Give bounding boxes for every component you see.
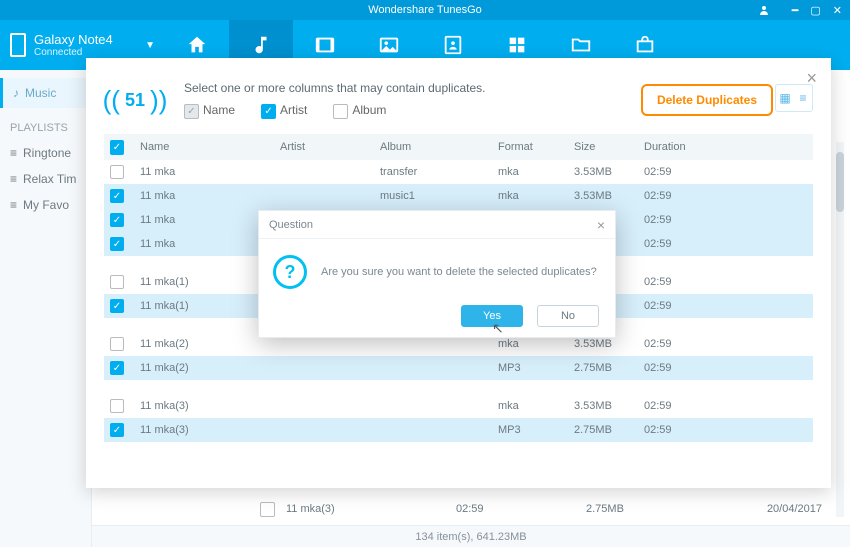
confirm-dialog: Question × ? Are you sure you want to de… — [258, 210, 616, 338]
row-checkbox[interactable] — [110, 165, 124, 179]
duplicate-counter: (( 51 )) — [104, 74, 166, 126]
table-row[interactable]: 11 mka(2) MP32.75MB02:59 — [104, 356, 813, 380]
cell-duration: 02:59 — [638, 362, 708, 374]
col-header-album[interactable]: Album — [374, 141, 492, 153]
col-header-format[interactable]: Format — [492, 141, 568, 153]
cell-size: 2.75MB — [568, 362, 638, 374]
maximize-button[interactable]: ▢ — [810, 4, 820, 17]
sidebar-tab-music[interactable]: ♪ Music — [0, 78, 91, 108]
grid-view-icon[interactable]: ▦ — [776, 85, 794, 111]
cell-name: 11 mka(2) — [134, 362, 274, 374]
cell-duration: 02:59 — [638, 338, 708, 350]
col-header-name[interactable]: Name — [134, 141, 274, 153]
title-bar: Wondershare TunesGo ━ ▢ ✕ — [0, 0, 850, 20]
device-name: Galaxy Note4 — [34, 32, 113, 47]
cell-name: 11 mka(1) — [134, 300, 274, 312]
playlists-header: PLAYLISTS — [0, 108, 91, 140]
row-checkbox[interactable] — [110, 237, 124, 251]
app-title: Wondershare TunesGo — [368, 4, 482, 16]
device-status: Connected — [34, 47, 113, 58]
cell-format: mka — [492, 400, 568, 412]
dialog-yes-button[interactable]: Yes — [461, 305, 523, 327]
col-header-duration[interactable]: Duration — [638, 141, 708, 153]
cell-duration: 02:59 — [638, 214, 708, 226]
cell-name: 11 mka(1) — [134, 276, 274, 288]
cell-name: 11 mka — [134, 238, 274, 250]
cell-album: music1 — [374, 190, 492, 202]
cell-size: 3.53MB — [568, 400, 638, 412]
list-view-icon[interactable]: ≡ — [794, 85, 812, 111]
col-header-artist[interactable]: Artist — [274, 141, 374, 153]
cell-name: 11 mka — [134, 166, 274, 178]
table-row[interactable]: 11 mka music1mka3.53MB02:59 — [104, 184, 813, 208]
scrollbar[interactable] — [836, 142, 844, 517]
cell-format: mka — [492, 338, 568, 350]
cell-album: transfer — [374, 166, 492, 178]
row-checkbox[interactable] — [110, 337, 124, 351]
cell-size: 2.75MB — [568, 424, 638, 436]
cell-format: MP3 — [492, 362, 568, 374]
cell-duration: 02:59 — [638, 166, 708, 178]
col-header-size[interactable]: Size — [568, 141, 638, 153]
row-checkbox[interactable] — [110, 361, 124, 375]
music-note-icon: ♪ — [13, 86, 19, 100]
row-checkbox[interactable] — [110, 299, 124, 313]
cell-size: 3.53MB — [568, 190, 638, 202]
col-check-album[interactable]: Album — [333, 103, 386, 118]
background-table-row: 11 mka(3) 02:59 2.75MB 20/04/2017 — [252, 497, 830, 521]
cell-duration: 02:59 — [638, 276, 708, 288]
table-row[interactable]: 11 mka(3) MP32.75MB02:59 — [104, 418, 813, 442]
cell-size: 3.53MB — [568, 166, 638, 178]
cell-name: 11 mka(2) — [134, 338, 274, 350]
user-icon[interactable] — [758, 0, 770, 20]
question-icon: ? — [273, 255, 307, 289]
cell-name: 11 mka — [134, 214, 274, 226]
chevron-down-icon: ▼ — [145, 40, 155, 51]
row-checkbox[interactable] — [110, 213, 124, 227]
cell-format: mka — [492, 166, 568, 178]
cell-name: 11 mka — [134, 190, 274, 202]
table-row[interactable]: 11 mka(3) mka3.53MB02:59 — [104, 394, 813, 418]
cell-duration: 02:59 — [638, 190, 708, 202]
row-checkbox[interactable] — [110, 189, 124, 203]
row-checkbox[interactable] — [110, 399, 124, 413]
dialog-title: Question — [269, 219, 313, 231]
cell-duration: 02:59 — [638, 238, 708, 250]
delete-duplicates-button[interactable]: Delete Duplicates — [641, 84, 773, 116]
sidebar-item-favorites[interactable]: ≡My Favo — [0, 192, 91, 218]
dialog-close-icon[interactable]: × — [597, 217, 605, 233]
col-check-artist[interactable]: Artist — [261, 103, 307, 118]
sidebar-music-label: Music — [25, 86, 56, 100]
dialog-message: Are you sure you want to delete the sele… — [321, 266, 597, 278]
table-header: Name Artist Album Format Size Duration — [104, 134, 813, 160]
cell-duration: 02:59 — [638, 300, 708, 312]
dialog-no-button[interactable]: No — [537, 305, 599, 327]
col-check-name[interactable]: Name — [184, 103, 235, 118]
table-row[interactable]: 11 mka transfermka3.53MB02:59 — [104, 160, 813, 184]
row-checkbox[interactable] — [110, 275, 124, 289]
cell-format: MP3 — [492, 424, 568, 436]
bg-row-checkbox[interactable] — [260, 502, 275, 517]
sidebar: ♪ Music PLAYLISTS ≡Ringtone ≡Relax Tim ≡… — [0, 70, 92, 547]
cell-name: 11 mka(3) — [134, 424, 274, 436]
sidebar-item-relax[interactable]: ≡Relax Tim — [0, 166, 91, 192]
cell-duration: 02:59 — [638, 424, 708, 436]
select-all-checkbox[interactable] — [110, 140, 124, 155]
row-checkbox[interactable] — [110, 423, 124, 437]
minimize-button[interactable]: ━ — [792, 4, 799, 17]
cell-name: 11 mka(3) — [134, 400, 274, 412]
view-toggle[interactable]: ▦≡ — [775, 84, 813, 112]
cell-format: mka — [492, 190, 568, 202]
sidebar-item-ringtone[interactable]: ≡Ringtone — [0, 140, 91, 166]
cell-size: 3.53MB — [568, 338, 638, 350]
close-button[interactable]: ✕ — [833, 4, 842, 17]
status-bar: 134 item(s), 641.23MB — [92, 525, 850, 547]
cell-duration: 02:59 — [638, 400, 708, 412]
phone-icon — [10, 33, 26, 57]
